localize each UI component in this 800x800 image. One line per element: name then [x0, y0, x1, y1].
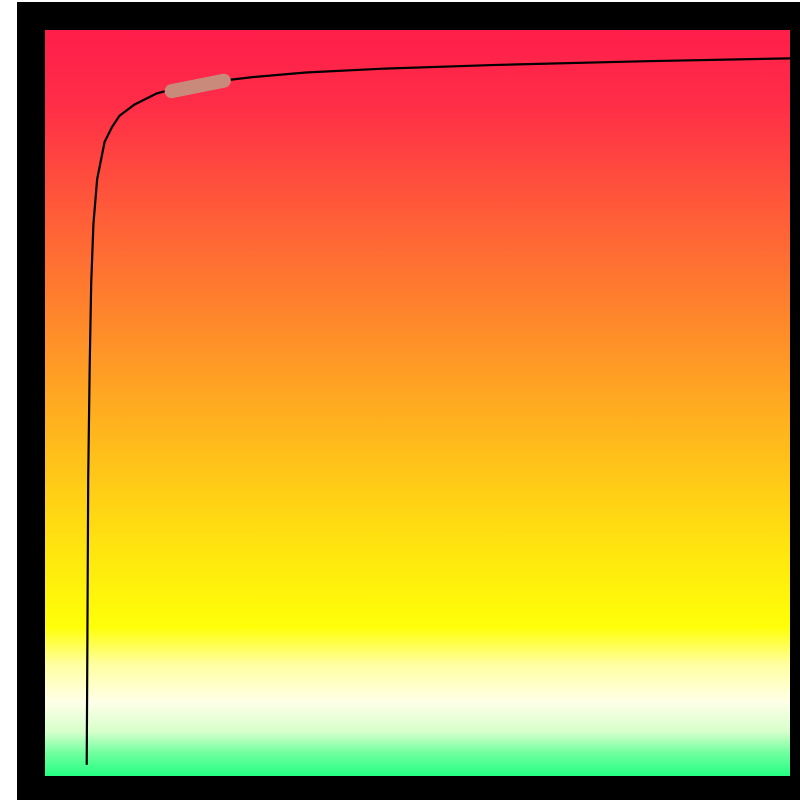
bottleneck-curve [87, 58, 790, 764]
chart-stage: TheBottleneck.com [0, 0, 800, 800]
curve-layer [45, 30, 790, 776]
curve-marker [172, 81, 224, 91]
frame-right [790, 2, 800, 800]
frame-bottom [17, 776, 800, 800]
frame-top [17, 2, 800, 30]
plot-area [45, 30, 790, 776]
frame-left [17, 2, 45, 800]
